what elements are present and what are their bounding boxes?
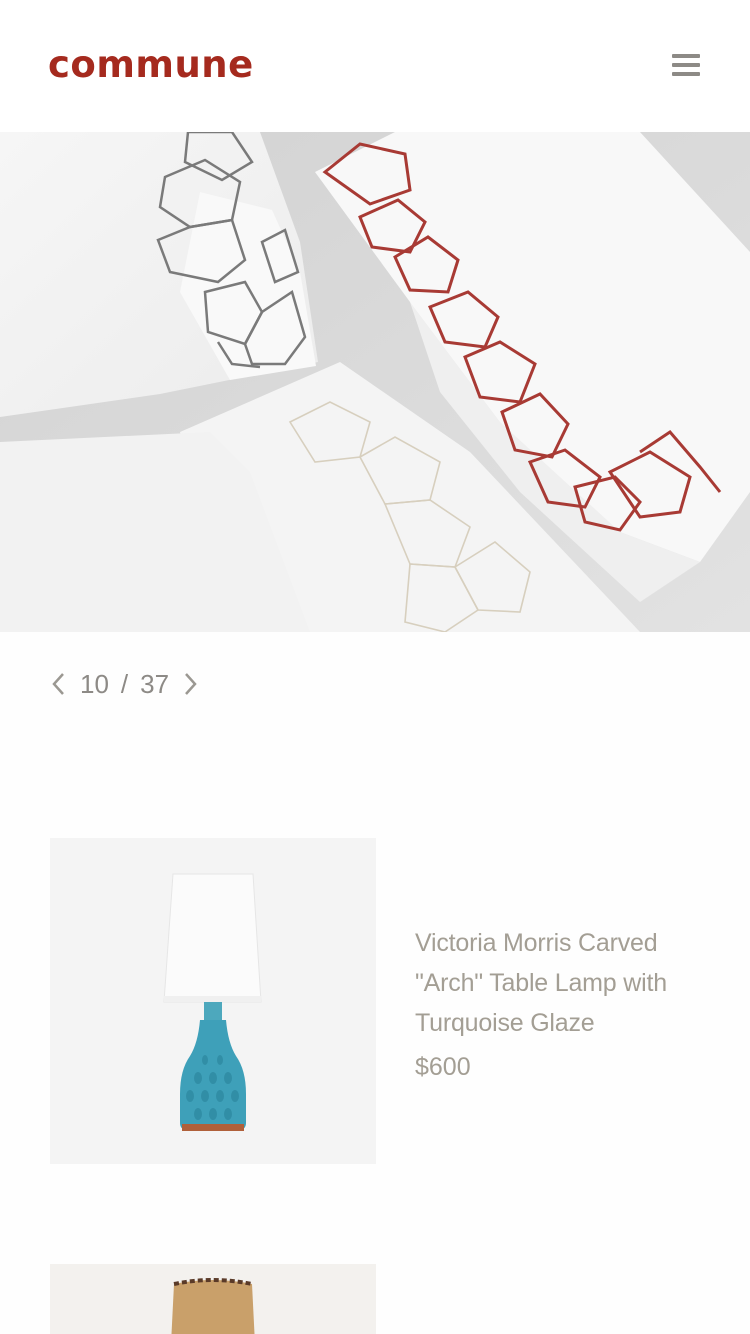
leather-stitched-lamp-image bbox=[50, 1264, 376, 1334]
product-info: Victoria Morris Carved "Arch" Table Lamp… bbox=[415, 923, 700, 1087]
turquoise-table-lamp-image bbox=[50, 838, 376, 1164]
product-price: $600 bbox=[415, 1053, 471, 1081]
product-image[interactable] bbox=[50, 1264, 376, 1334]
current-slide-number: 10 bbox=[80, 668, 109, 699]
commune-logo[interactable]: commune bbox=[48, 40, 254, 90]
slideshow-pager: 10 / 37 bbox=[48, 664, 268, 704]
product-title[interactable]: Victoria Morris Carved "Arch" Table Lamp… bbox=[415, 923, 700, 1043]
product-card[interactable]: Victoria Morris Carved "Arch" Table Lamp… bbox=[50, 838, 700, 1164]
chevron-right-icon[interactable] bbox=[181, 669, 201, 699]
site-header: commune bbox=[0, 0, 750, 132]
pager-separator: / bbox=[120, 668, 129, 699]
hero-image bbox=[0, 132, 750, 632]
page: commune 10 / 37 Victoria Morris Carved "… bbox=[0, 0, 750, 1334]
linens-illustration bbox=[0, 132, 750, 632]
hamburger-menu-icon[interactable] bbox=[668, 50, 702, 80]
total-slide-count: 37 bbox=[140, 668, 170, 699]
product-image[interactable] bbox=[50, 838, 376, 1164]
chevron-left-icon[interactable] bbox=[48, 669, 68, 699]
